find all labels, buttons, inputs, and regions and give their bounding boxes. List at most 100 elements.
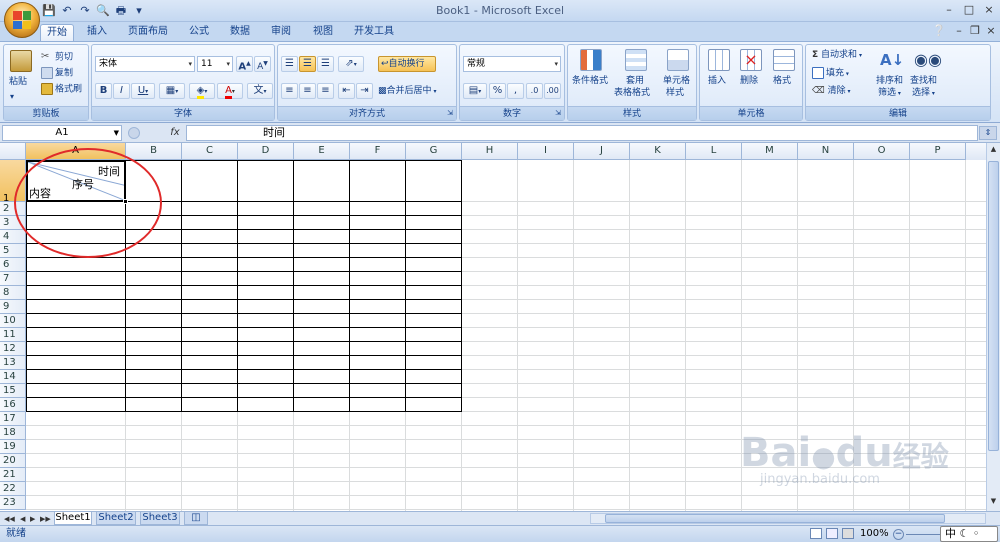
border-button[interactable]: ▦▾	[159, 83, 185, 99]
name-box[interactable]: A1 ▼	[2, 125, 122, 141]
column-header-L[interactable]: L	[686, 143, 742, 160]
paste-button[interactable]: 粘贴	[9, 76, 27, 88]
row-header-14[interactable]: 14	[0, 370, 26, 384]
fill-color-button[interactable]: ◈▾	[189, 83, 215, 99]
shrink-font-button[interactable]: A▼	[254, 56, 271, 72]
scroll-up-icon[interactable]: ▲	[988, 145, 999, 157]
column-header-O[interactable]: O	[854, 143, 910, 160]
row-header-2[interactable]: 2	[0, 202, 26, 216]
decrease-indent-button[interactable]: ⇤	[338, 83, 355, 99]
formula-input[interactable]: 时间	[186, 125, 978, 141]
sheet-nav-prev-icon[interactable]: ◀	[20, 513, 25, 525]
decrease-decimal-button[interactable]: .00	[544, 83, 561, 99]
delete-cells-icon[interactable]: ×	[740, 49, 762, 71]
row-header-1[interactable]: 1	[0, 160, 26, 204]
row-header-15[interactable]: 15	[0, 384, 26, 398]
sheet-nav-first-icon[interactable]: ◀◀	[4, 513, 15, 525]
row-header-7[interactable]: 7	[0, 272, 26, 286]
accounting-format-button[interactable]: ▤▾	[463, 83, 487, 99]
ime-indicator[interactable]: 中 ☾ ◦	[940, 526, 998, 542]
autosum-button[interactable]: Σ 自动求和 ▾	[812, 49, 862, 62]
column-header-P[interactable]: P	[910, 143, 966, 160]
vertical-scrollbar[interactable]: ▲ ▼	[986, 143, 1000, 511]
expand-formula-bar-icon[interactable]: ⇕	[979, 126, 997, 140]
row-header-9[interactable]: 9	[0, 300, 26, 314]
align-middle-button[interactable]: ☰	[299, 56, 316, 72]
table-format-button-l1[interactable]: 套用	[626, 75, 644, 87]
align-center-button[interactable]: ≡	[299, 83, 316, 99]
tab-insert[interactable]: 插入	[80, 24, 114, 41]
table-format-button-l2[interactable]: 表格格式	[614, 87, 650, 99]
sort-filter-icon[interactable]: A↓	[880, 49, 904, 71]
page-break-view-icon[interactable]	[842, 528, 854, 539]
workbook-close-button[interactable]: ×	[982, 24, 1000, 37]
phonetic-button[interactable]: 文▾	[247, 83, 273, 99]
row-header-8[interactable]: 8	[0, 286, 26, 300]
tab-view[interactable]: 视图	[306, 24, 340, 41]
select-all-corner[interactable]	[0, 143, 26, 160]
italic-button[interactable]: I	[113, 83, 130, 99]
align-left-button[interactable]: ≡	[281, 83, 298, 99]
column-header-F[interactable]: F	[350, 143, 406, 160]
row-header-12[interactable]: 12	[0, 342, 26, 356]
fill-button[interactable]: 填充 ▾	[812, 67, 849, 81]
office-button[interactable]	[4, 2, 40, 38]
row-header-3[interactable]: 3	[0, 216, 26, 230]
clear-button[interactable]: ⌫ 清除 ▾	[812, 85, 851, 98]
row-header-23[interactable]: 23	[0, 496, 26, 510]
cell-styles-button-l1[interactable]: 单元格	[663, 75, 690, 87]
column-header-H[interactable]: H	[462, 143, 518, 160]
number-format-select[interactable]: 常规 ▾	[463, 56, 561, 72]
close-button[interactable]: ×	[980, 3, 998, 16]
zoom-level[interactable]: 100%	[860, 528, 889, 540]
tab-page-layout[interactable]: 页面布局	[122, 24, 174, 41]
align-bottom-button[interactable]: ☰	[317, 56, 334, 72]
column-header-A[interactable]: A	[26, 143, 126, 160]
align-right-button[interactable]: ≡	[317, 83, 334, 99]
sheet-tab-1[interactable]: Sheet1	[54, 512, 92, 525]
zoom-out-icon[interactable]: −	[893, 529, 904, 540]
column-header-C[interactable]: C	[182, 143, 238, 160]
format-painter-button[interactable]: 格式刷	[41, 83, 82, 96]
conditional-format-icon[interactable]	[580, 49, 602, 71]
insert-sheet-button[interactable]: ◫	[184, 512, 208, 525]
zoom-slider[interactable]	[906, 534, 940, 535]
column-header-G[interactable]: G	[406, 143, 462, 160]
fill-handle[interactable]	[123, 199, 128, 204]
cut-button[interactable]: ✂ 剪切	[41, 51, 73, 64]
row-header-22[interactable]: 22	[0, 482, 26, 496]
font-name-select[interactable]: 宋体 ▾	[95, 56, 195, 72]
copy-button[interactable]: 复制	[41, 67, 73, 80]
column-header-J[interactable]: J	[574, 143, 630, 160]
find-select-button-l2[interactable]: 选择 ▾	[912, 87, 935, 100]
tab-review[interactable]: 审阅	[264, 24, 298, 41]
scroll-down-icon[interactable]: ▼	[988, 497, 999, 509]
maximize-button[interactable]: □	[960, 3, 978, 16]
cell-a1[interactable]: 时间 序号 内容	[26, 160, 128, 204]
find-select-button-l1[interactable]: 查找和	[910, 75, 937, 87]
row-header-10[interactable]: 10	[0, 314, 26, 328]
minimize-button[interactable]: –	[940, 3, 958, 16]
row-header-21[interactable]: 21	[0, 468, 26, 482]
row-header-17[interactable]: 17	[0, 412, 26, 426]
sheet-tab-3[interactable]: Sheet3	[140, 512, 180, 525]
tab-data[interactable]: 数据	[223, 24, 257, 41]
sheet-nav-last-icon[interactable]: ▶▶	[40, 513, 51, 525]
table-format-icon[interactable]	[625, 49, 647, 71]
underline-button[interactable]: U▾	[131, 83, 155, 99]
percent-button[interactable]: %	[489, 83, 506, 99]
column-header-M[interactable]: M	[742, 143, 798, 160]
insert-function-button[interactable]: fx	[166, 125, 184, 141]
row-header-5[interactable]: 5	[0, 244, 26, 258]
column-header-N[interactable]: N	[798, 143, 854, 160]
sort-filter-button-l2[interactable]: 筛选 ▾	[878, 87, 901, 100]
insert-cells-icon[interactable]	[708, 49, 730, 71]
column-header-K[interactable]: K	[630, 143, 686, 160]
comma-style-button[interactable]: ,	[507, 83, 524, 99]
horizontal-scroll-thumb[interactable]	[605, 514, 945, 523]
grow-font-button[interactable]: A▲	[236, 56, 253, 72]
column-header-B[interactable]: B	[126, 143, 182, 160]
number-dialog-launcher-icon[interactable]: ⇲	[555, 107, 561, 119]
paste-icon[interactable]	[10, 50, 32, 72]
formula-cancel-icon[interactable]	[128, 127, 140, 139]
